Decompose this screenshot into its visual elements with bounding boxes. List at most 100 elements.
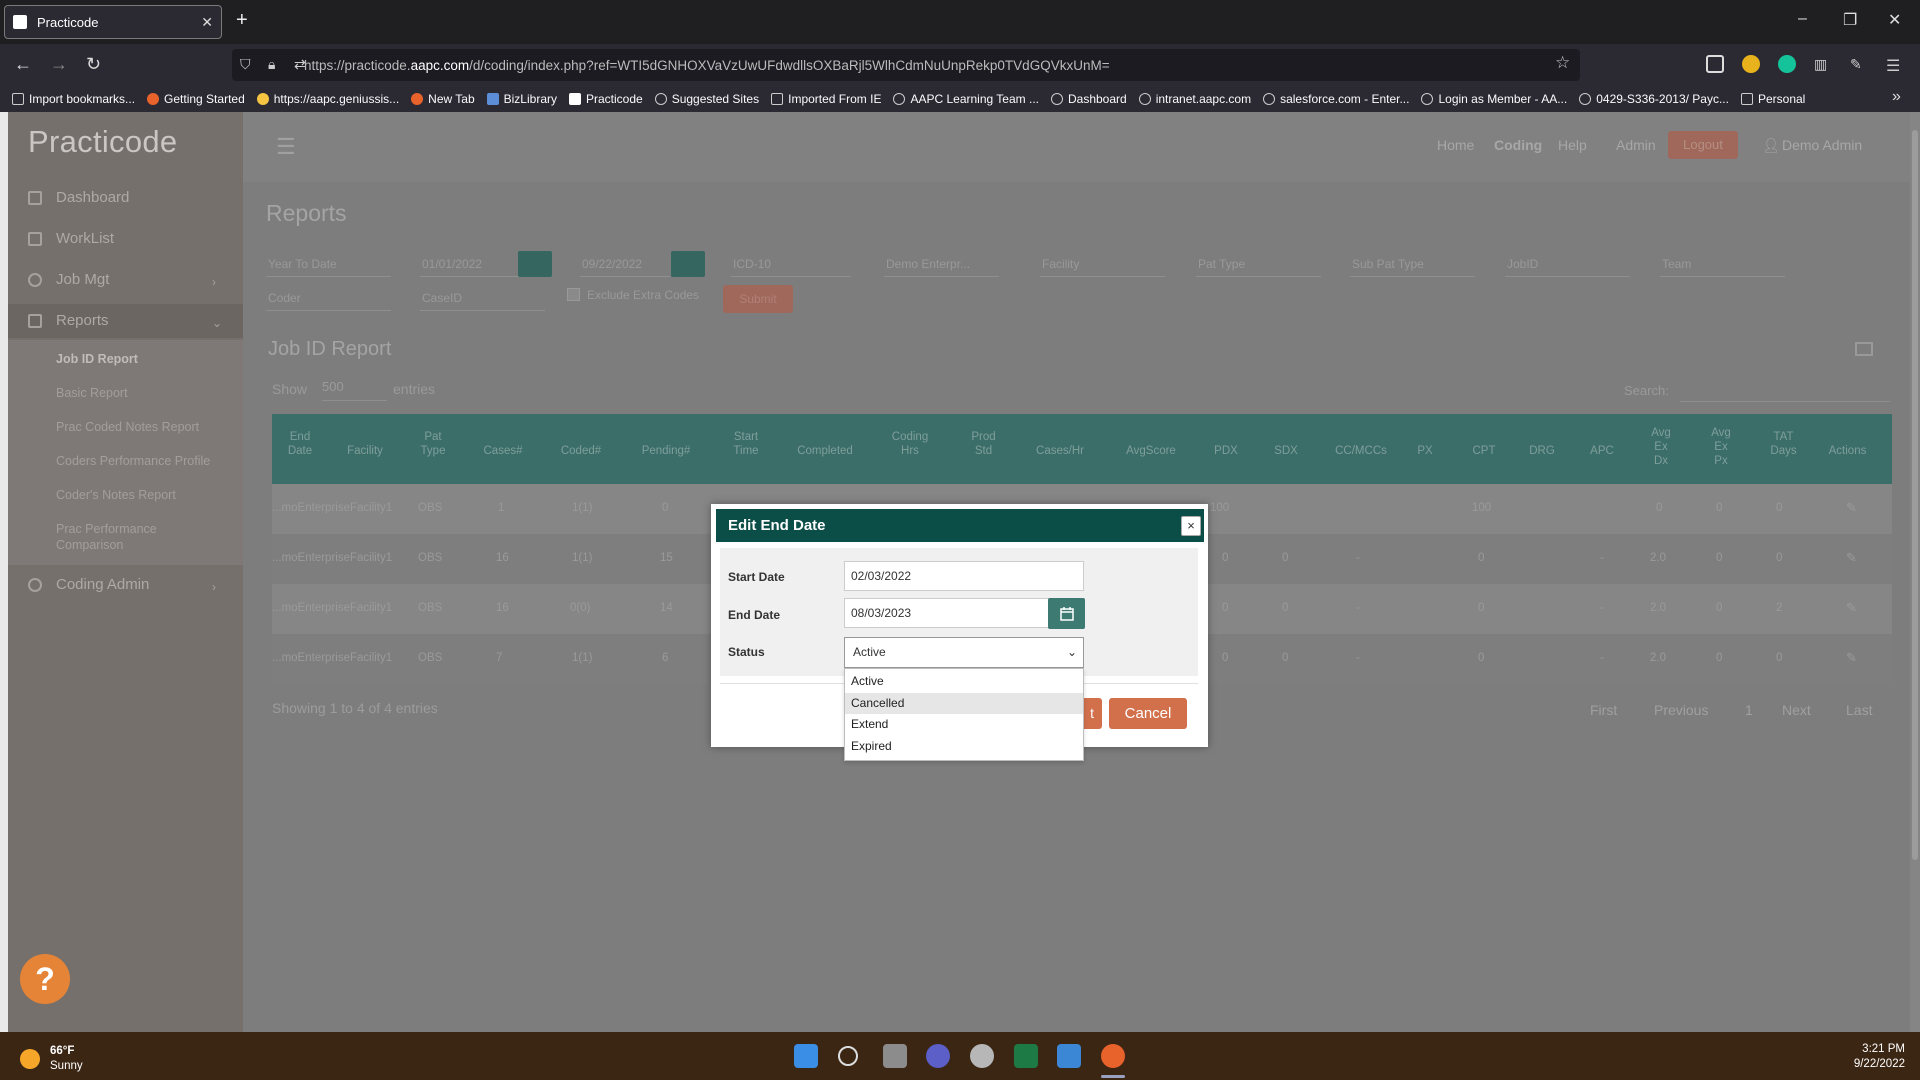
- bookmark-item[interactable]: Login as Member - AA...: [1421, 92, 1567, 106]
- tab-close-icon[interactable]: ✕: [201, 14, 213, 31]
- cancel-button[interactable]: Cancel: [1109, 698, 1187, 729]
- calendar-icon[interactable]: [518, 251, 552, 277]
- calendar-button[interactable]: [1048, 598, 1085, 629]
- column-header[interactable]: End Date: [280, 430, 320, 458]
- column-header[interactable]: TAT Days: [1766, 430, 1801, 458]
- url-bar[interactable]: https://practicode. aapc.com/d/coding/ind…: [232, 49, 1580, 81]
- coder-select[interactable]: Coder: [266, 285, 391, 311]
- dialog-close-icon[interactable]: ×: [1181, 516, 1201, 536]
- sidebar-item-dashboard[interactable]: Dashboard: [28, 189, 129, 206]
- bookmark-item[interactable]: 0429-S336-2013/ Payc...: [1579, 92, 1729, 106]
- scrollbar-thumb[interactable]: [1912, 130, 1918, 860]
- pagination-last[interactable]: Last: [1846, 702, 1872, 718]
- firefox-icon[interactable]: [1101, 1044, 1125, 1068]
- edit-icon[interactable]: ✎: [1846, 650, 1857, 666]
- sub-pat-type-select[interactable]: Sub Pat Type: [1350, 251, 1475, 277]
- column-header[interactable]: PDX: [1206, 444, 1246, 458]
- column-header[interactable]: Coding Hrs: [890, 430, 930, 458]
- minimize-icon[interactable]: –: [1798, 10, 1807, 28]
- restore-icon[interactable]: ❐: [1843, 10, 1857, 30]
- extension-c-icon[interactable]: [1742, 55, 1760, 73]
- column-header[interactable]: SDX: [1266, 444, 1306, 458]
- new-tab-icon[interactable]: +: [236, 9, 248, 32]
- column-header[interactable]: Actions: [1820, 444, 1875, 458]
- column-header[interactable]: Start Time: [726, 430, 766, 458]
- status-option-cancelled[interactable]: Cancelled: [845, 692, 1083, 714]
- menu-icon[interactable]: ☰: [1886, 56, 1900, 76]
- status-option-extend[interactable]: Extend: [845, 714, 1083, 736]
- bookmark-star-icon[interactable]: ☆: [1555, 53, 1570, 73]
- end-date-filter[interactable]: 09/22/2022: [580, 251, 670, 277]
- start-date-filter[interactable]: 01/01/2022: [420, 251, 520, 277]
- nav-admin[interactable]: Admin: [1616, 137, 1656, 153]
- enterprise-select[interactable]: Demo Enterpr...: [884, 251, 999, 277]
- column-header[interactable]: PX: [1410, 444, 1440, 458]
- bookmark-item[interactable]: https://aapc.geniussis...: [256, 92, 399, 106]
- nav-home[interactable]: Home: [1437, 137, 1474, 153]
- sidebar-subitem-coders-performance[interactable]: Coders Performance Profile: [56, 453, 236, 469]
- status-option-expired[interactable]: Expired: [845, 736, 1083, 758]
- shield-icon[interactable]: ⛉: [240, 56, 251, 73]
- column-header[interactable]: Prod Std: [966, 430, 1001, 458]
- column-header[interactable]: Coded#: [556, 444, 606, 458]
- edit-icon[interactable]: ✎: [1846, 500, 1857, 516]
- more-bookmarks-icon[interactable]: »: [1892, 88, 1901, 106]
- bookmark-item[interactable]: Getting Started: [147, 92, 245, 106]
- jobid-select[interactable]: JobID: [1505, 251, 1630, 277]
- logout-button[interactable]: Logout: [1668, 131, 1738, 159]
- pagination-first[interactable]: First: [1590, 702, 1617, 718]
- code-set-select[interactable]: ICD-10: [731, 251, 851, 277]
- status-select[interactable]: Active ⌄: [844, 637, 1084, 668]
- column-header[interactable]: Avg Ex Dx: [1646, 426, 1676, 468]
- sidebar-item-worklist[interactable]: WorkList: [28, 230, 114, 247]
- back-icon[interactable]: ←: [14, 54, 32, 75]
- column-header[interactable]: Cases#: [478, 444, 528, 458]
- weather-widget[interactable]: 66°F Sunny: [20, 1044, 83, 1074]
- pagination-page[interactable]: 1: [1745, 702, 1753, 718]
- library-icon[interactable]: ▥: [1814, 56, 1827, 73]
- page-length-select[interactable]: 500: [322, 379, 387, 401]
- column-header[interactable]: Facility: [340, 444, 390, 458]
- search-input[interactable]: [1680, 380, 1890, 402]
- end-date-input[interactable]: 08/03/2023: [844, 598, 1050, 628]
- column-header[interactable]: AvgScore: [1116, 444, 1186, 458]
- sidebar-subitem-prac-coded-notes[interactable]: Prac Coded Notes Report: [56, 419, 236, 435]
- bookmark-item[interactable]: Personal: [1740, 92, 1805, 106]
- column-header[interactable]: Completed: [790, 444, 860, 458]
- bookmark-item[interactable]: Suggested Sites: [654, 92, 759, 106]
- reload-icon[interactable]: ↻: [86, 54, 101, 75]
- nav-coding[interactable]: Coding: [1494, 137, 1542, 153]
- export-icon[interactable]: [1855, 342, 1873, 356]
- task-view-icon[interactable]: [883, 1044, 907, 1068]
- notepad-icon[interactable]: [1057, 1044, 1081, 1068]
- column-header[interactable]: CC/MCCs: [1326, 444, 1396, 458]
- app-icon[interactable]: [970, 1044, 994, 1068]
- edit-icon[interactable]: ✎: [1846, 550, 1857, 566]
- team-select[interactable]: Team: [1660, 251, 1785, 277]
- window-close-icon[interactable]: ✕: [1888, 10, 1901, 30]
- sidebar-subitem-job-id-report[interactable]: Job ID Report: [56, 351, 236, 367]
- nav-help[interactable]: Help: [1558, 137, 1587, 153]
- bookmark-item[interactable]: AAPC Learning Team ...: [893, 92, 1039, 106]
- column-header[interactable]: DRG: [1522, 444, 1562, 458]
- browser-tab[interactable]: Practicode ✕: [4, 5, 222, 39]
- edit-icon[interactable]: ✎: [1846, 600, 1857, 616]
- bookmark-item[interactable]: Imported From IE: [771, 92, 881, 106]
- permissions-icon[interactable]: ⇄: [294, 56, 306, 73]
- pagination-previous[interactable]: Previous: [1654, 702, 1708, 718]
- column-header[interactable]: Cases/Hr: [1030, 444, 1090, 458]
- sidebar-subitem-prac-performance[interactable]: Prac Performance Comparison: [56, 521, 196, 553]
- grammarly-icon[interactable]: [1778, 55, 1796, 73]
- column-header[interactable]: Pending#: [636, 444, 696, 458]
- pocket-icon[interactable]: [1706, 55, 1724, 73]
- sidebar-item-coding-admin[interactable]: Coding Admin: [28, 576, 149, 593]
- help-button[interactable]: ?: [20, 954, 70, 1004]
- column-header[interactable]: Pat Type: [418, 430, 448, 458]
- lock-icon[interactable]: 🔒︎: [268, 56, 275, 73]
- pagination-next[interactable]: Next: [1782, 702, 1811, 718]
- sidebar-subitem-basic-report[interactable]: Basic Report: [56, 385, 236, 401]
- bookmark-item[interactable]: intranet.aapc.com: [1138, 92, 1251, 106]
- submit-button[interactable]: Submit: [723, 285, 793, 313]
- bookmark-item[interactable]: BizLibrary: [486, 92, 557, 106]
- bookmark-item[interactable]: New Tab: [411, 92, 475, 106]
